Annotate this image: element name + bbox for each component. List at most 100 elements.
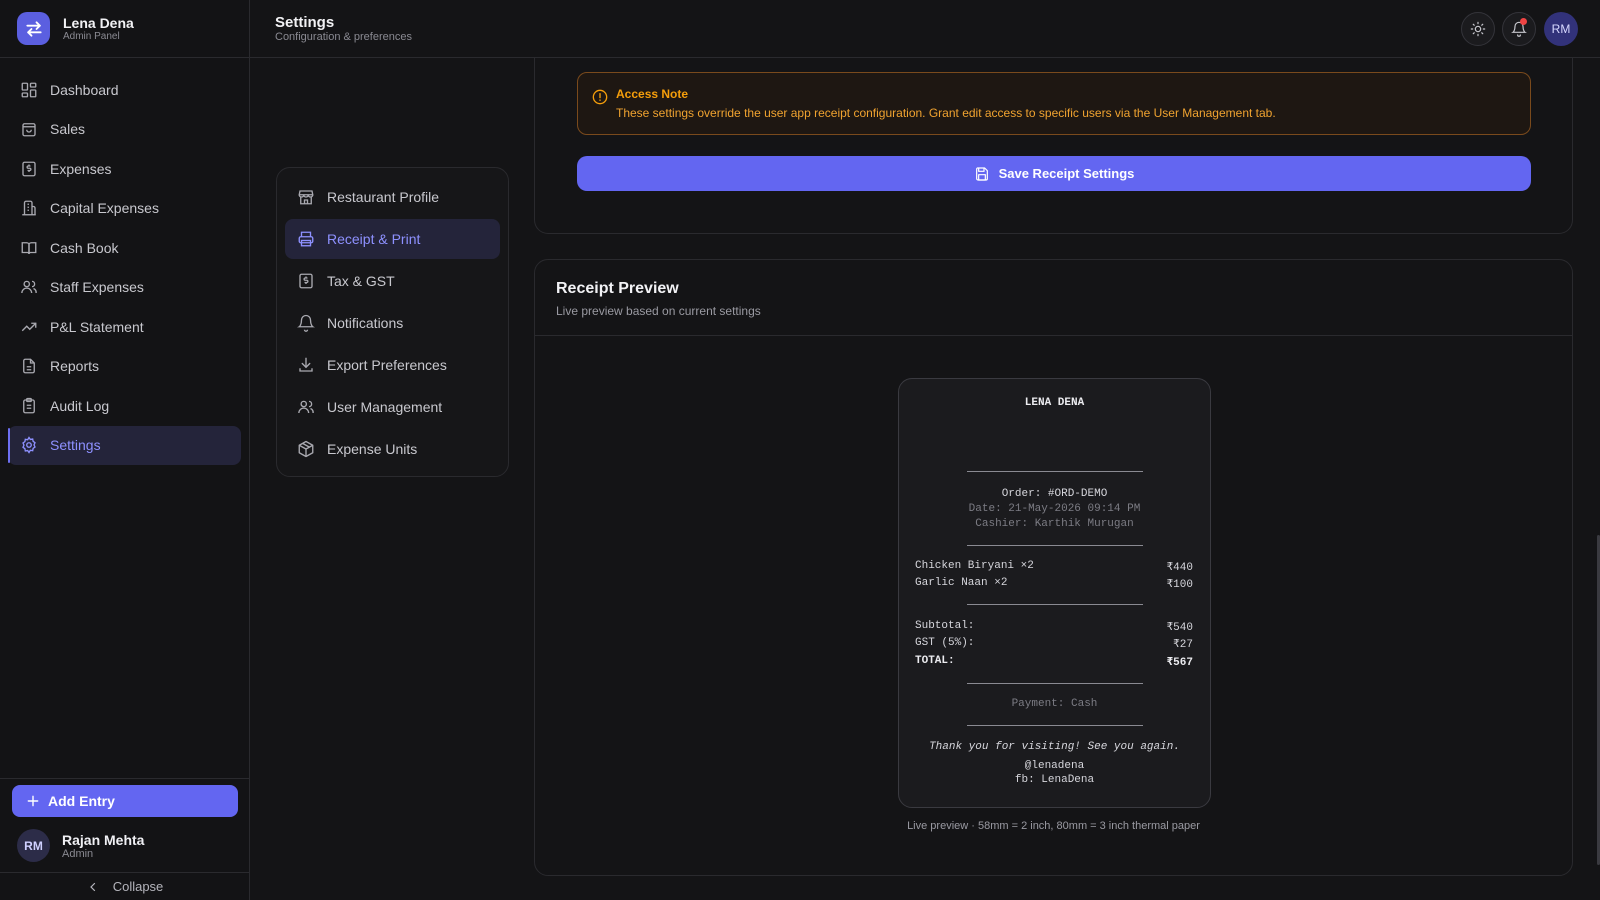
sidebar-item-label: Settings xyxy=(50,437,101,454)
brand: Lena Dena Admin Panel xyxy=(0,0,249,58)
user-name: Rajan Mehta xyxy=(62,831,145,848)
receipt-line-item: Chicken Biryani ×2 ₹440 xyxy=(915,560,1193,574)
sidebar-item-staff-expenses[interactable]: Staff Expenses xyxy=(8,268,241,308)
sidebar-item-label: Dashboard xyxy=(50,81,119,98)
receipt-total-label: TOTAL: xyxy=(915,655,955,667)
settings-item-label: Receipt & Print xyxy=(327,231,421,247)
printer-icon xyxy=(297,230,315,248)
receipt-preview: LENA DENA Order: #ORD-DEMO Date: 21-May-… xyxy=(898,378,1211,808)
gear-icon xyxy=(20,436,38,454)
sidebar-item-settings[interactable]: Settings xyxy=(8,425,241,465)
settings-item-expense-units[interactable]: Expense Units xyxy=(285,429,500,469)
receipt-item-name: Garlic Naan ×2 xyxy=(915,577,1008,589)
download-icon xyxy=(297,356,315,374)
receipt-total-row: TOTAL: ₹567 xyxy=(915,655,1193,669)
avatar: RM xyxy=(17,829,50,862)
sidebar-item-reports[interactable]: Reports xyxy=(8,347,241,387)
swap-arrows-icon xyxy=(17,12,50,45)
receipt-settings-card: Access Note These settings override the … xyxy=(534,58,1573,234)
shopping-bag-icon xyxy=(20,120,38,138)
receipt-thanks: Thank you for visiting! See you again. xyxy=(929,741,1180,753)
receipt-divider xyxy=(967,604,1143,605)
chevron-left-icon xyxy=(87,881,99,893)
clipboard-icon xyxy=(20,397,38,415)
notifications-button[interactable] xyxy=(1502,12,1536,46)
sidebar-item-label: Staff Expenses xyxy=(50,279,144,296)
store-icon xyxy=(297,188,315,206)
sidebar-footer: Add Entry RM Rajan Mehta Admin Collapse xyxy=(0,778,250,900)
receipt-item-amount: ₹100 xyxy=(1166,579,1193,591)
receipt-line-item: Garlic Naan ×2 ₹100 xyxy=(915,577,1193,591)
notification-badge xyxy=(1520,18,1527,25)
collapse-button[interactable]: Collapse xyxy=(0,872,250,900)
sidebar-item-label: Audit Log xyxy=(50,397,110,414)
users-icon xyxy=(297,398,315,416)
user-profile[interactable]: RM Rajan Mehta Admin xyxy=(0,817,250,872)
access-note-title: Access Note xyxy=(616,87,689,101)
settings-item-label: Tax & GST xyxy=(327,273,395,289)
receipt-cashier: Cashier: Karthik Murugan xyxy=(975,518,1134,530)
receipt-instagram: @lenadena xyxy=(1024,760,1085,772)
alert-circle-icon xyxy=(592,89,608,105)
receipt-divider xyxy=(967,471,1143,472)
receipt-subtotal-label: Subtotal: xyxy=(915,620,975,632)
receipt-order: Order: #ORD-DEMO xyxy=(1001,488,1108,500)
receipt-preview-card: Receipt Preview Live preview based on cu… xyxy=(534,259,1573,876)
collapse-label: Collapse xyxy=(112,879,164,894)
preview-footer-note: Live preview · 58mm = 2 inch, 80mm = 3 i… xyxy=(907,820,1200,832)
user-role: Admin xyxy=(62,847,94,860)
sidebar-item-capital-expenses[interactable]: Capital Expenses xyxy=(8,189,241,229)
package-icon xyxy=(297,440,315,458)
receipt-item-name: Chicken Biryani ×2 xyxy=(915,560,1034,572)
settings-item-notifications[interactable]: Notifications xyxy=(285,303,500,343)
settings-item-label: User Management xyxy=(327,399,443,415)
header-avatar[interactable]: RM xyxy=(1544,12,1578,46)
sidebar-item-audit-log[interactable]: Audit Log xyxy=(8,386,241,426)
settings-item-receipt-print[interactable]: Receipt & Print xyxy=(285,219,500,259)
tax-receipt-icon xyxy=(297,272,315,290)
sidebar-nav: Dashboard Sales Expenses Capital Expense… xyxy=(0,58,249,465)
settings-menu: Restaurant Profile Receipt & Print Tax &… xyxy=(276,167,509,477)
settings-item-label: Notifications xyxy=(327,315,404,331)
preview-subtitle: Live preview based on current settings xyxy=(556,304,761,318)
save-receipt-settings-button[interactable]: Save Receipt Settings xyxy=(577,156,1531,191)
dashboard-icon xyxy=(20,81,38,99)
sidebar-item-label: Expenses xyxy=(50,160,112,177)
page-title: Settings xyxy=(275,14,335,31)
sidebar-item-label: Cash Book xyxy=(50,239,119,256)
page-subtitle: Configuration & preferences xyxy=(275,31,412,43)
receipt-icon xyxy=(20,160,38,178)
brand-name: Lena Dena xyxy=(63,14,134,31)
receipt-subtotal-row: Subtotal: ₹540 xyxy=(915,620,1193,634)
receipt-gst-value: ₹27 xyxy=(1173,639,1193,651)
sidebar: Lena Dena Admin Panel Dashboard Sales Ex… xyxy=(0,0,250,900)
sidebar-item-expenses[interactable]: Expenses xyxy=(8,149,241,189)
theme-toggle-button[interactable] xyxy=(1461,12,1495,46)
settings-item-export-preferences[interactable]: Export Preferences xyxy=(285,345,500,385)
preview-title: Receipt Preview xyxy=(556,280,679,297)
settings-item-restaurant-profile[interactable]: Restaurant Profile xyxy=(285,177,500,217)
sidebar-item-pl-statement[interactable]: P&L Statement xyxy=(8,307,241,347)
sidebar-item-dashboard[interactable]: Dashboard xyxy=(8,70,241,110)
add-entry-button[interactable]: Add Entry xyxy=(12,785,238,817)
receipt-total-value: ₹567 xyxy=(1166,657,1193,669)
receipt-divider xyxy=(967,545,1143,546)
bell-icon xyxy=(297,314,315,332)
sidebar-item-cash-book[interactable]: Cash Book xyxy=(8,228,241,268)
receipt-subtotal-value: ₹540 xyxy=(1166,622,1193,634)
settings-item-tax-gst[interactable]: Tax & GST xyxy=(285,261,500,301)
receipt-date: Date: 21-May-2026 09:14 PM xyxy=(968,503,1141,515)
settings-item-label: Expense Units xyxy=(327,441,418,457)
settings-item-user-management[interactable]: User Management xyxy=(285,387,500,427)
sidebar-item-label: Reports xyxy=(50,358,100,375)
receipt-facebook: fb: LenaDena xyxy=(1014,774,1095,786)
sidebar-item-label: Sales xyxy=(50,121,86,138)
settings-item-label: Export Preferences xyxy=(327,357,447,373)
top-header: Settings Configuration & preferences RM xyxy=(250,0,1600,58)
brand-subtitle: Admin Panel xyxy=(63,30,120,42)
sidebar-item-label: P&L Statement xyxy=(50,318,144,335)
preview-header: Receipt Preview Live preview based on cu… xyxy=(535,260,1572,336)
plus-icon xyxy=(26,794,40,808)
sidebar-item-sales[interactable]: Sales xyxy=(8,110,241,150)
trending-up-icon xyxy=(20,318,38,336)
